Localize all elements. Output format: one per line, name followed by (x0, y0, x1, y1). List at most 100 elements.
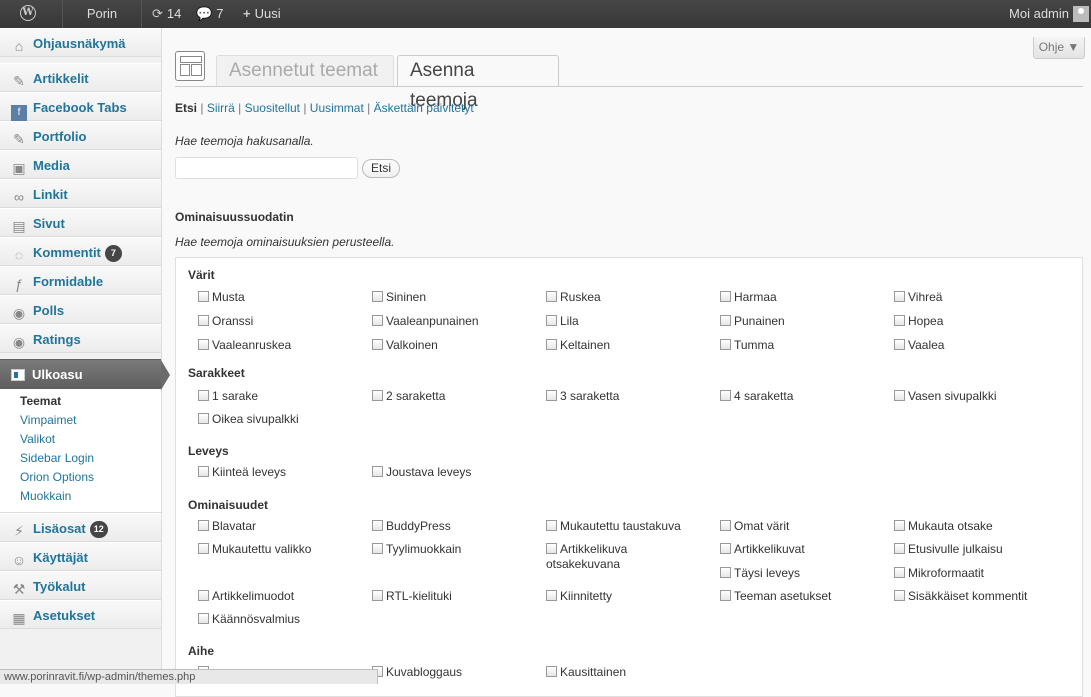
submenu-item-menus[interactable]: Valikot (0, 430, 161, 449)
checkbox-option[interactable]: Tumma (720, 338, 774, 352)
checkbox-option[interactable]: Hopea (894, 314, 943, 328)
submenu-item-widgets[interactable]: Vimpaimet (0, 411, 161, 430)
checkbox-option[interactable]: Punainen (720, 314, 785, 328)
checkbox-option[interactable]: Joustava leveys (372, 465, 471, 479)
sidebar-item-polls[interactable]: ◉ Polls (0, 295, 161, 324)
wordpress-logo-button[interactable]: W (20, 0, 42, 28)
checkbox-option[interactable]: Kiinnitetty (546, 589, 612, 603)
checkbox-option[interactable]: Sisäkkäiset kommentit (894, 589, 1027, 603)
checkbox-option[interactable]: Käännösvalmius (198, 612, 300, 626)
feature-filter-box: Värit Musta Sininen Ruskea Harmaa Vihreä… (175, 257, 1083, 697)
subnav-recently-updated[interactable]: Äskettäin päivitetyt (374, 101, 474, 115)
help-button[interactable]: Ohje ▼ (1033, 37, 1085, 59)
sidebar-item-media[interactable]: ▣ Media (0, 150, 161, 179)
checkbox-option[interactable]: Artikkelimuodot (198, 589, 294, 603)
submenu-item-sidebar-login[interactable]: Sidebar Login (0, 449, 161, 468)
sidebar-item-portfolio[interactable]: ✎ Portfolio (0, 121, 161, 150)
search-input[interactable] (175, 157, 358, 179)
checkbox-option[interactable]: Vaaleanruskea (198, 338, 291, 352)
checkbox-option[interactable]: Kausittainen (546, 665, 626, 679)
checkbox-option[interactable]: Lila (546, 314, 579, 328)
sidebar-item-users[interactable]: ☺ Käyttäjät (0, 542, 161, 571)
checkbox-option[interactable]: BuddyPress (372, 519, 451, 533)
checkbox-icon (894, 590, 905, 601)
admin-sidebar: ⌂ Ohjausnäkymä ✎ Artikkelit f Facebook Tabs… (0, 28, 170, 684)
checkbox-option[interactable]: Valkoinen (372, 338, 438, 352)
checkbox-option[interactable]: Musta (198, 290, 245, 304)
checkbox-option[interactable]: Vasen sivupalkki (894, 389, 997, 403)
sidebar-item-links[interactable]: ∞ Linkit (0, 179, 161, 208)
checkbox-option[interactable]: Keltainen (546, 338, 610, 352)
subnav-search[interactable]: Etsi (175, 101, 197, 115)
search-button[interactable]: Etsi (362, 159, 400, 178)
sidebar-item-comments[interactable]: ◌ Kommentit 7 (0, 237, 161, 266)
checkbox-option[interactable]: 2 saraketta (372, 389, 445, 403)
sidebar-item-ratings[interactable]: ◉ Ratings (0, 324, 161, 353)
tools-icon: ⚒ (12, 581, 26, 597)
tab-installed-themes[interactable]: Asennetut teemat (216, 55, 394, 86)
sidebar-item-tools[interactable]: ⚒ Työkalut (0, 571, 161, 600)
sidebar-item-formidable[interactable]: ƒ Formidable (0, 266, 161, 295)
sidebar-item-label: Ratings (33, 332, 81, 347)
sidebar-item-label: Portfolio (33, 129, 87, 144)
checkbox-option[interactable]: Sininen (372, 290, 426, 304)
checkbox-option[interactable]: 4 saraketta (720, 389, 793, 403)
checkbox-option[interactable]: Artikkelikuva otsakekuvana (546, 542, 696, 572)
subnav-newest[interactable]: Uusimmat (310, 101, 364, 115)
sidebar-item-plugins[interactable]: ⚡ Lisäosat 12 (0, 513, 161, 542)
submenu-item-orion-options[interactable]: Orion Options (0, 468, 161, 487)
checkbox-option[interactable]: Tyylimuokkain (372, 542, 461, 556)
group-title-colors: Värit (188, 268, 215, 282)
checkbox-option[interactable]: Mukautettu taustakuva (546, 519, 681, 533)
submenu-item-themes[interactable]: Teemat (0, 392, 161, 411)
checkbox-option[interactable]: Etusivulle julkaisu (894, 542, 1003, 556)
submenu-item-editor[interactable]: Muokkain (0, 487, 161, 506)
sidebar-item-facebook-tabs[interactable]: f Facebook Tabs (0, 92, 161, 121)
checkbox-option[interactable]: Vihreä (894, 290, 942, 304)
checkbox-option[interactable]: RTL-kielituki (372, 589, 452, 603)
sidebar-item-label: Ulkoasu (32, 367, 83, 382)
new-content-link[interactable]: + Uusi (243, 0, 281, 28)
subnav-featured[interactable]: Suositellut (245, 101, 300, 115)
sidebar-item-pages[interactable]: ▤ Sivut (0, 208, 161, 237)
checkbox-icon (546, 666, 557, 677)
group-title-subject: Aihe (188, 644, 215, 658)
avatar (1073, 6, 1089, 22)
checkbox-icon (372, 390, 383, 401)
comments-link[interactable]: 💬 7 (196, 0, 223, 28)
checkbox-option[interactable]: Vaaleanpunainen (372, 314, 479, 328)
checkbox-option[interactable]: Harmaa (720, 290, 777, 304)
checkbox-option[interactable]: Blavatar (198, 519, 256, 533)
new-label: Uusi (254, 6, 281, 21)
checkbox-option[interactable]: Mukautettu valikko (198, 542, 311, 556)
checkbox-option[interactable]: Oikea sivupalkki (198, 412, 299, 426)
my-account-link[interactable]: Moi admin (1009, 0, 1091, 28)
checkbox-option[interactable]: Teeman asetukset (720, 589, 831, 603)
checkbox-icon (198, 543, 209, 554)
tab-install-themes[interactable]: Asenna teemoja (397, 55, 559, 111)
checkbox-option[interactable]: Vaalea (894, 338, 944, 352)
sidebar-item-settings[interactable]: ▦ Asetukset (0, 600, 161, 629)
sidebar-item-label: Artikkelit (33, 71, 89, 86)
checkbox-option[interactable]: Omat värit (720, 519, 789, 533)
checkbox-option[interactable]: 1 sarake (198, 389, 258, 403)
checkbox-option[interactable]: 3 saraketta (546, 389, 619, 403)
sidebar-item-dashboard[interactable]: ⌂ Ohjausnäkymä (0, 28, 161, 57)
checkbox-option[interactable]: Artikkelikuvat (720, 542, 805, 556)
checkbox-option[interactable]: Täysi leveys (720, 566, 800, 580)
checkbox-option[interactable]: Mukauta otsake (894, 519, 993, 533)
plugins-icon: ⚡ (14, 523, 24, 539)
sidebar-item-label: Kommentit (33, 245, 101, 260)
subnav-upload[interactable]: Siirrä (207, 101, 235, 115)
sidebar-item-appearance[interactable]: Ulkoasu (0, 359, 170, 390)
checkbox-option[interactable]: Ruskea (546, 290, 601, 304)
checkbox-option[interactable]: Mikroformaatit (894, 566, 984, 580)
admin-bar: W Porin Ravit ⟳14 💬7 +Uusi Moi admin (0, 0, 1091, 49)
checkbox-option[interactable]: Oranssi (198, 314, 253, 328)
checkbox-icon (546, 590, 557, 601)
updates-link[interactable]: ⟳ 14 (152, 0, 181, 28)
checkbox-option[interactable]: Kiinteä leveys (198, 465, 286, 479)
checkbox-option[interactable]: Kuvabloggaus (372, 665, 462, 679)
sidebar-item-posts[interactable]: ✎ Artikkelit (0, 63, 161, 92)
site-name-link[interactable]: Porin Ravit (62, 0, 142, 49)
